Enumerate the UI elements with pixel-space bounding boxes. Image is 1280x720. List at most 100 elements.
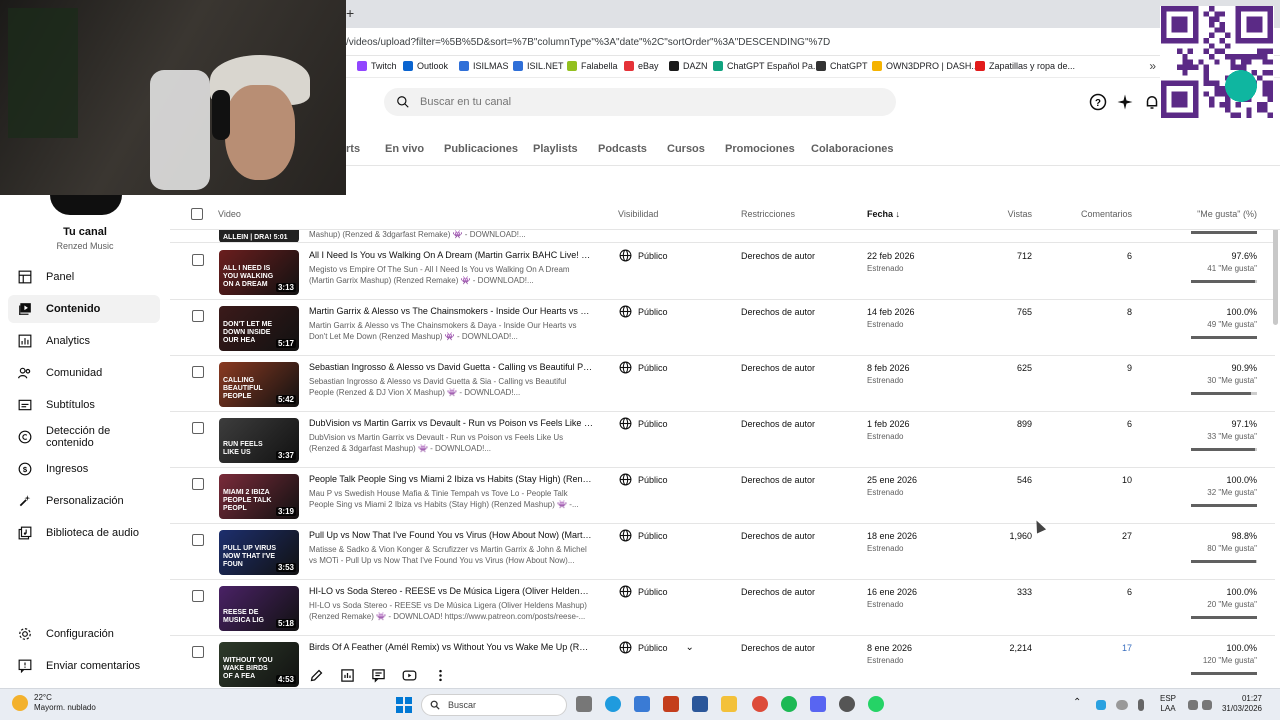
tab-colaboraciones[interactable]: Colaboraciones	[811, 143, 894, 155]
visibility-cell[interactable]: Público	[619, 473, 668, 486]
url-text[interactable]: /videos/upload?filter=%5B%5D&sort=%7B"co…	[346, 37, 830, 48]
sidebar-item-comunidad[interactable]: Comunidad	[8, 359, 160, 387]
restriction-cell[interactable]: Derechos de autor	[741, 475, 815, 485]
restriction-cell[interactable]: Derechos de autor	[741, 307, 815, 317]
restriction-cell[interactable]: Derechos de autor	[741, 643, 815, 653]
sidebar-item-biblioteca[interactable]: Biblioteca de audio	[8, 519, 160, 547]
bookmark-item[interactable]: eBay	[624, 61, 659, 71]
store-icon[interactable]	[634, 696, 650, 712]
visibility-cell[interactable]: Público	[619, 417, 668, 430]
visibility-cell[interactable]: Público	[619, 305, 668, 318]
sidebar-item-contenido[interactable]: Contenido	[8, 295, 160, 323]
task-view-icon[interactable]	[576, 696, 592, 712]
row-checkbox[interactable]	[192, 646, 204, 658]
row-checkbox[interactable]	[192, 422, 204, 434]
bookmark-item[interactable]: ISIL.NET	[513, 61, 564, 71]
visibility-cell[interactable]: Público	[619, 249, 668, 262]
avatar[interactable]	[50, 195, 122, 215]
header-likes[interactable]: "Me gusta" (%)	[1177, 209, 1257, 219]
notifications-icon[interactable]	[1143, 93, 1161, 111]
microphone-icon[interactable]	[1138, 699, 1144, 711]
restriction-cell[interactable]: Derechos de autor	[741, 587, 815, 597]
sidebar-item-ingresos[interactable]: $ Ingresos	[8, 455, 160, 483]
video-thumbnail[interactable]: RUN FEELS LIKE US 3:37	[219, 418, 299, 463]
row-checkbox[interactable]	[192, 590, 204, 602]
sidebar-item-enviar[interactable]: Enviar comentarios	[8, 652, 160, 680]
table-row[interactable]: REESE DE MUSICA LIG 5:18 HI-LO vs Soda Ste…	[170, 580, 1275, 636]
bookmark-item[interactable]: ChatGPT	[816, 61, 868, 71]
youtube-icon[interactable]	[402, 668, 417, 683]
analytics-icon[interactable]	[340, 668, 355, 683]
sidebar-item-subtitulos[interactable]: Subtítulos	[8, 391, 160, 419]
spotify-icon[interactable]	[781, 696, 797, 712]
video-title[interactable]: DubVision vs Martin Garrix vs Devault - …	[309, 418, 593, 428]
video-thumbnail[interactable]: CALLING BEAUTIFUL PEOPLE 5:42	[219, 362, 299, 407]
restriction-cell[interactable]: Derechos de autor	[741, 419, 815, 429]
sidebar-item-panel[interactable]: Panel	[8, 263, 160, 291]
video-thumbnail[interactable]: WITHOUT YOU WAKE BIRDS OF A FEA 4:53	[219, 642, 299, 687]
tab-publicaciones[interactable]: Publicaciones	[444, 143, 518, 155]
table-row-partial[interactable]: ALLEIN | DRA! 5:01 Mashup) (Renzed & 3dg…	[170, 230, 1275, 243]
edit-icon[interactable]	[309, 668, 324, 683]
table-row[interactable]: ALL I NEED IS YOU WALKING ON A DREAM 3:13…	[170, 244, 1275, 300]
bookmark-item[interactable]: OWN3DPRO | DASH...	[872, 61, 979, 71]
table-row[interactable]: RUN FEELS LIKE US 3:37 DubVision vs Martin…	[170, 412, 1275, 468]
tab-en-vivo[interactable]: En vivo	[385, 143, 424, 155]
windows-start-icon[interactable]	[396, 697, 412, 713]
chevron-down-icon[interactable]: ⌄	[686, 642, 694, 653]
comments-cell[interactable]: 17	[1060, 643, 1132, 653]
video-thumbnail[interactable]: ALL I NEED IS YOU WALKING ON A DREAM 3:13	[219, 250, 299, 295]
table-row[interactable]: CALLING BEAUTIFUL PEOPLE 5:42 Sebastian In…	[170, 356, 1275, 412]
bookmark-item[interactable]: Outlook	[403, 61, 448, 71]
select-all-checkbox[interactable]	[191, 208, 203, 220]
tab-promociones[interactable]: Promociones	[725, 143, 795, 155]
word-icon[interactable]	[692, 696, 708, 712]
table-row[interactable]: PULL UP VIRUS NOW THAT I'VE FOUN 3:53 Pull…	[170, 524, 1275, 580]
help-icon[interactable]: ?	[1089, 93, 1107, 111]
new-tab-button[interactable]: +	[346, 5, 354, 21]
table-row[interactable]: MIAMI 2 IBIZA PEOPLE TALK PEOPL 3:19 Peopl…	[170, 468, 1275, 524]
tab-playlists[interactable]: Playlists	[533, 143, 578, 155]
header-visibility[interactable]: Visibilidad	[618, 209, 658, 219]
language-indicator[interactable]: ESP LAA	[1156, 694, 1180, 714]
tab-cursos[interactable]: Cursos	[667, 143, 705, 155]
video-title[interactable]: All I Need Is You vs Walking On A Dream …	[309, 250, 593, 260]
video-title[interactable]: Pull Up vs Now That I've Found You vs Vi…	[309, 530, 593, 540]
bookmark-item[interactable]: Falabella	[567, 61, 618, 71]
restriction-cell[interactable]: Derechos de autor	[741, 531, 815, 541]
visibility-cell[interactable]: Público ⌄	[619, 641, 694, 654]
more-bookmarks-button[interactable]: »	[1149, 59, 1156, 73]
bookmark-item[interactable]: DAZN	[669, 61, 708, 71]
tray-chevron-icon[interactable]: ⌃	[1073, 698, 1081, 708]
file-explorer-icon[interactable]	[721, 696, 737, 712]
video-thumbnail[interactable]: MIAMI 2 IBIZA PEOPLE TALK PEOPL 3:19	[219, 474, 299, 519]
sparkle-icon[interactable]	[1116, 93, 1134, 111]
powerpoint-icon[interactable]	[663, 696, 679, 712]
edge-icon[interactable]	[605, 696, 621, 712]
header-date[interactable]: Fecha ↓	[867, 209, 900, 219]
comments-icon[interactable]	[371, 668, 386, 683]
row-checkbox[interactable]	[192, 366, 204, 378]
header-restrictions[interactable]: Restricciones	[741, 209, 795, 219]
whatsapp-icon[interactable]	[868, 696, 884, 712]
visibility-cell[interactable]: Público	[619, 361, 668, 374]
tray-app-icon[interactable]	[1096, 700, 1106, 710]
restriction-cell[interactable]: Derechos de autor	[741, 363, 815, 373]
bookmark-item[interactable]: Twitch	[357, 61, 397, 71]
header-comments[interactable]: Comentarios	[1060, 209, 1132, 219]
sidebar-item-personalizacion[interactable]: Personalización	[8, 487, 160, 515]
table-row[interactable]: WITHOUT YOU WAKE BIRDS OF A FEA 4:53 Birds…	[170, 636, 1275, 688]
discord-icon[interactable]	[810, 696, 826, 712]
visibility-cell[interactable]: Público	[619, 529, 668, 542]
taskbar-search[interactable]: Buscar	[421, 694, 567, 716]
tab-podcasts[interactable]: Podcasts	[598, 143, 647, 155]
search-input[interactable]	[420, 96, 860, 108]
sidebar-item-analytics[interactable]: Analytics	[8, 327, 160, 355]
video-thumbnail[interactable]: ALLEIN | DRA! 5:01	[219, 230, 299, 242]
network-icon[interactable]	[1188, 700, 1198, 710]
chrome-icon[interactable]	[752, 696, 768, 712]
video-title[interactable]: Sebastian Ingrosso & Alesso vs David Gue…	[309, 362, 593, 372]
scrollbar[interactable]	[1273, 215, 1278, 325]
video-thumbnail[interactable]: REESE DE MUSICA LIG 5:18	[219, 586, 299, 631]
bookmark-item[interactable]: ChatGPT Español Pa...	[713, 61, 820, 71]
